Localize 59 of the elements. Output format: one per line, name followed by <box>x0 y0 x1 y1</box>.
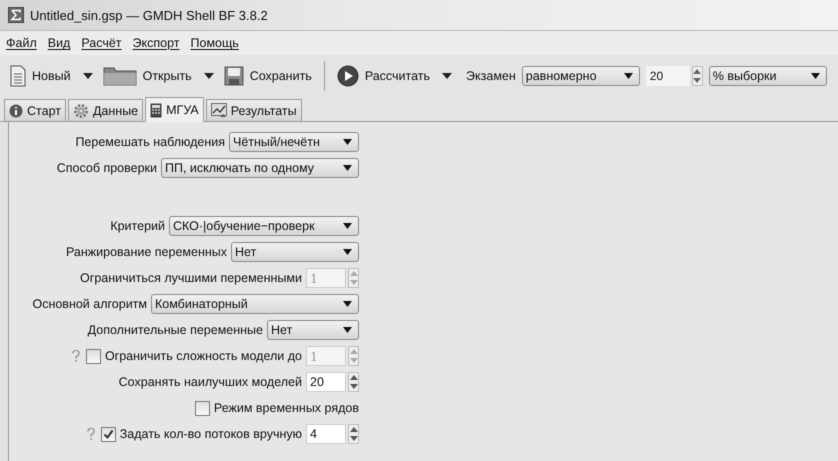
exam-label: Экзамен <box>466 69 516 83</box>
play-icon <box>336 65 359 87</box>
dropdown[interactable]: СКО·|обучение−проверк <box>169 216 359 236</box>
caret-icon <box>343 139 352 145</box>
calculator-icon <box>150 102 162 118</box>
toolbar-button[interactable]: Открыть <box>100 66 216 86</box>
caret-icon <box>343 223 352 229</box>
dropdown[interactable]: Чётный/нечётн <box>229 132 359 152</box>
setting-label: Ранжирование переменных <box>66 245 227 259</box>
checkbox-label: Задать кол-во потоков вручную <box>120 427 302 441</box>
spin-arrows[interactable] <box>692 66 703 86</box>
info-icon <box>9 104 23 118</box>
menu-item[interactable]: Вид <box>48 36 70 50</box>
number-field[interactable]: 20 <box>306 372 346 392</box>
sigma-icon <box>8 7 24 23</box>
document-icon <box>10 65 26 87</box>
dropdown[interactable]: Комбинаторный <box>151 294 359 314</box>
menu-item[interactable]: Экспорт <box>132 36 180 50</box>
gear-icon <box>72 102 89 118</box>
setting-label: Основной алгоритм <box>32 297 147 311</box>
dropdown[interactable]: % выборки <box>708 66 827 86</box>
setting-label: Критерий <box>110 219 165 233</box>
menu-item[interactable]: Расчёт <box>81 36 122 50</box>
caret-icon <box>624 73 633 79</box>
caret-icon <box>343 327 352 333</box>
tab[interactable]: Старт <box>4 99 66 121</box>
caret-icon <box>343 249 352 255</box>
setting-label: Способ проверки <box>56 161 157 175</box>
number-field[interactable]: 20 <box>646 66 690 86</box>
number-field[interactable]: 4 <box>306 424 346 444</box>
dropdown[interactable]: Нет <box>231 242 359 262</box>
setting-label: Дополнительные переменные <box>88 323 263 337</box>
caret-icon <box>810 73 820 79</box>
help-icon[interactable] <box>86 428 95 440</box>
caret-icon <box>343 165 352 171</box>
menu-item[interactable]: Помощь <box>190 36 239 50</box>
dropdown[interactable]: равномерно <box>522 66 640 86</box>
setting-label: Сохранять наилучших моделей <box>118 375 302 389</box>
checkbox[interactable] <box>100 426 116 442</box>
checkbox-label: Режим временных рядов <box>214 401 359 415</box>
setting-label: Ограничиться лучшими переменными <box>80 271 302 285</box>
window-title: Untitled_sin.gsp — GMDH Shell BF 3.8.2 <box>30 8 268 22</box>
dropdown[interactable]: ПП, исключать по одному <box>161 158 359 178</box>
tab[interactable]: Результаты <box>206 99 302 121</box>
spin-arrows[interactable] <box>348 372 359 392</box>
spin-arrows[interactable] <box>348 424 359 444</box>
checkbox-label: Ограничить сложность модели до <box>104 349 302 363</box>
toolbar-button[interactable]: Рассчитать <box>334 65 454 87</box>
checkbox[interactable] <box>194 400 210 416</box>
chart-icon <box>210 103 227 118</box>
menu-item[interactable]: Файл <box>6 36 37 50</box>
caret-icon <box>343 301 352 307</box>
dropdown[interactable]: Нет <box>267 320 359 340</box>
setting-label: Перемешать наблюдения <box>75 135 225 149</box>
toolbar-button[interactable]: Новый <box>8 65 95 87</box>
tab[interactable]: Данные <box>68 99 144 121</box>
toolbar-button[interactable]: Сохранить <box>222 66 314 86</box>
tab[interactable]: МГУА <box>145 97 204 122</box>
folder-icon <box>102 66 137 86</box>
